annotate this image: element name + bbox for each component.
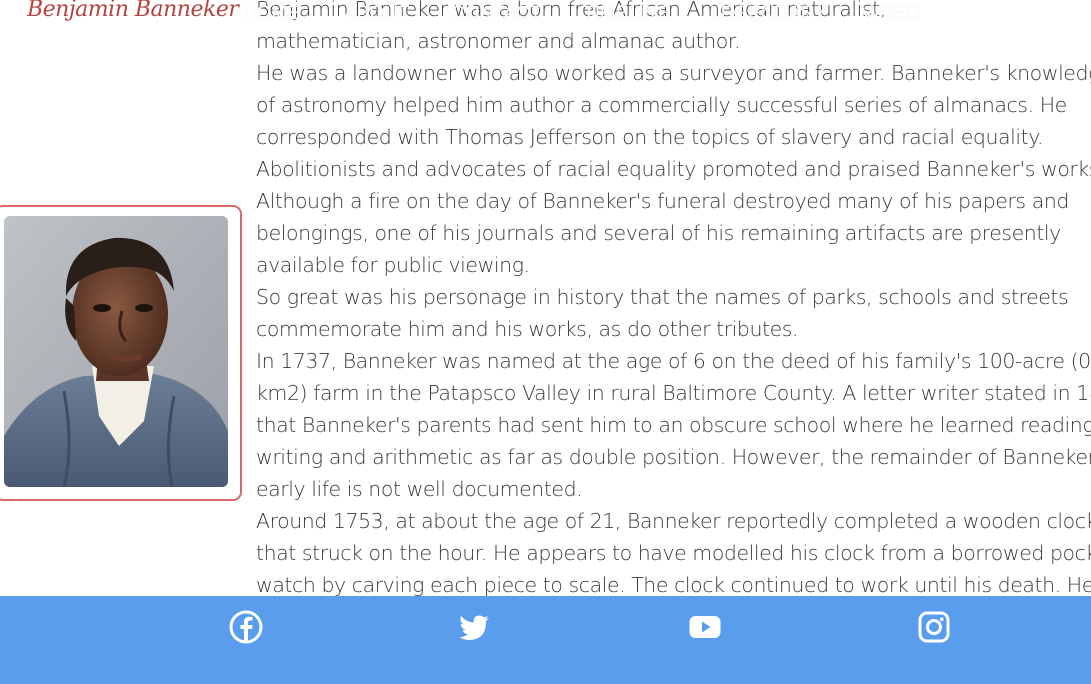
nav-legendary[interactable]: LEGENDARY: [710, 3, 827, 25]
article-line: that struck on the hour. He appears to h…: [256, 541, 1091, 565]
article-line: early life is not well documented.: [256, 477, 583, 501]
brand-logo[interactable]: Benjamin Banneker: [27, 0, 239, 22]
article-line: Although a fire on the day of Banneker's…: [256, 189, 1069, 213]
article-line: Around 1753, at about the age of 21, Ban…: [256, 509, 1091, 533]
article-line: Abolitionists and advocates of racial eq…: [256, 157, 1091, 181]
article-line: corresponded with Thomas Jefferson on th…: [256, 125, 1044, 149]
nav-timeline[interactable]: TIMELINE: [583, 3, 671, 25]
nav-contact[interactable]: CONTACT: [451, 3, 541, 25]
nav-home[interactable]: HOME: [243, 3, 300, 25]
article-line: available for public viewing.: [256, 253, 530, 277]
facebook-icon[interactable]: [229, 610, 263, 644]
article-line: In 1737, Banneker was named at the age o…: [256, 349, 1091, 373]
footer: [0, 596, 1091, 684]
article-line: that Banneker's parents had sent him to …: [256, 413, 1091, 437]
page: Benjamin Banneker was a born free Africa…: [0, 0, 1091, 684]
nav-video[interactable]: VIDEO: [861, 3, 920, 25]
article-line: belongings, one of his journals and seve…: [256, 221, 1061, 245]
article-line: writing and arithmetic as far as double …: [256, 445, 1091, 469]
article-line: commemorate him and his works, as do oth…: [256, 317, 799, 341]
instagram-icon[interactable]: [917, 610, 951, 644]
article-line: km2) farm in the Patapsco Valley in rura…: [256, 381, 1091, 405]
twitter-icon[interactable]: [457, 610, 491, 644]
article-line: So great was his personage in history th…: [256, 285, 1069, 309]
article-line: of astronomy helped him author a commerc…: [256, 93, 1067, 117]
nav-about[interactable]: ABOUT: [344, 3, 409, 25]
article-body: Benjamin Banneker was a born free Africa…: [256, 0, 1091, 601]
youtube-icon[interactable]: [688, 610, 722, 644]
portrait-image: [4, 216, 228, 487]
navbar: Benjamin Banneker HOME ABOUT CONTACT TIM…: [0, 0, 1091, 29]
article-line: mathematician, astronomer and almanac au…: [256, 29, 741, 53]
article-line: He was a landowner who also worked as a …: [256, 61, 1091, 85]
